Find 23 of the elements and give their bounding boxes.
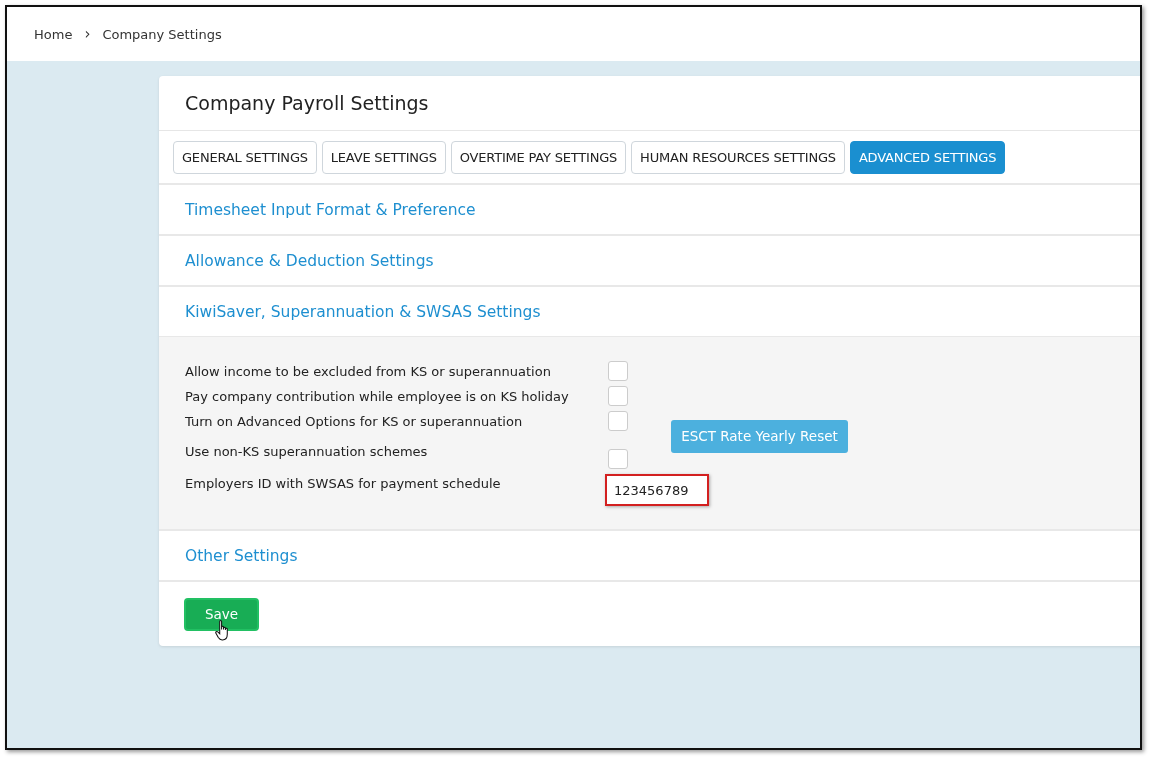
checkbox[interactable] [608, 361, 628, 381]
settings-tab[interactable]: GENERAL SETTINGS [173, 141, 317, 174]
field-label: Pay company contribution while employee is on KS holiday [185, 388, 570, 404]
employer-id-field[interactable]: 123456789 [605, 474, 709, 506]
field-label: Turn on Advanced Options for KS or superannuation [185, 413, 524, 429]
page-title: Company Payroll Settings [159, 76, 1140, 131]
settings-tab[interactable]: OVERTIME PAY SETTINGS [450, 141, 627, 174]
section-header[interactable]: Other Settings [159, 531, 1140, 580]
settings-tab[interactable]: LEAVE SETTINGS [321, 141, 446, 174]
field-label: Use non-KS superannuation schemes [185, 443, 429, 459]
field-label: Allow income to be excluded from KS or superannuation [185, 363, 552, 379]
breadcrumb-link[interactable]: Company Settings [102, 26, 222, 42]
breadcrumb-link[interactable]: Home [34, 26, 73, 42]
section-header[interactable]: Allowance & Deduction Settings [159, 236, 1140, 285]
checkbox[interactable] [608, 411, 628, 431]
section-header[interactable]: Timesheet Input Format & Preference [159, 185, 1140, 234]
settings-tab[interactable]: ADVANCED SETTINGS [849, 141, 1006, 174]
field-label: Employers ID with SWSAS for payment schedule [185, 475, 502, 491]
settings-tab[interactable]: HUMAN RESOURCES SETTINGS [631, 141, 845, 174]
breadcrumb-separator: › [84, 25, 91, 43]
checkbox[interactable] [608, 386, 628, 406]
checkbox[interactable] [608, 449, 628, 469]
section-header[interactable]: KiwiSaver, Superannuation & SWSAS Settings [159, 287, 1140, 336]
